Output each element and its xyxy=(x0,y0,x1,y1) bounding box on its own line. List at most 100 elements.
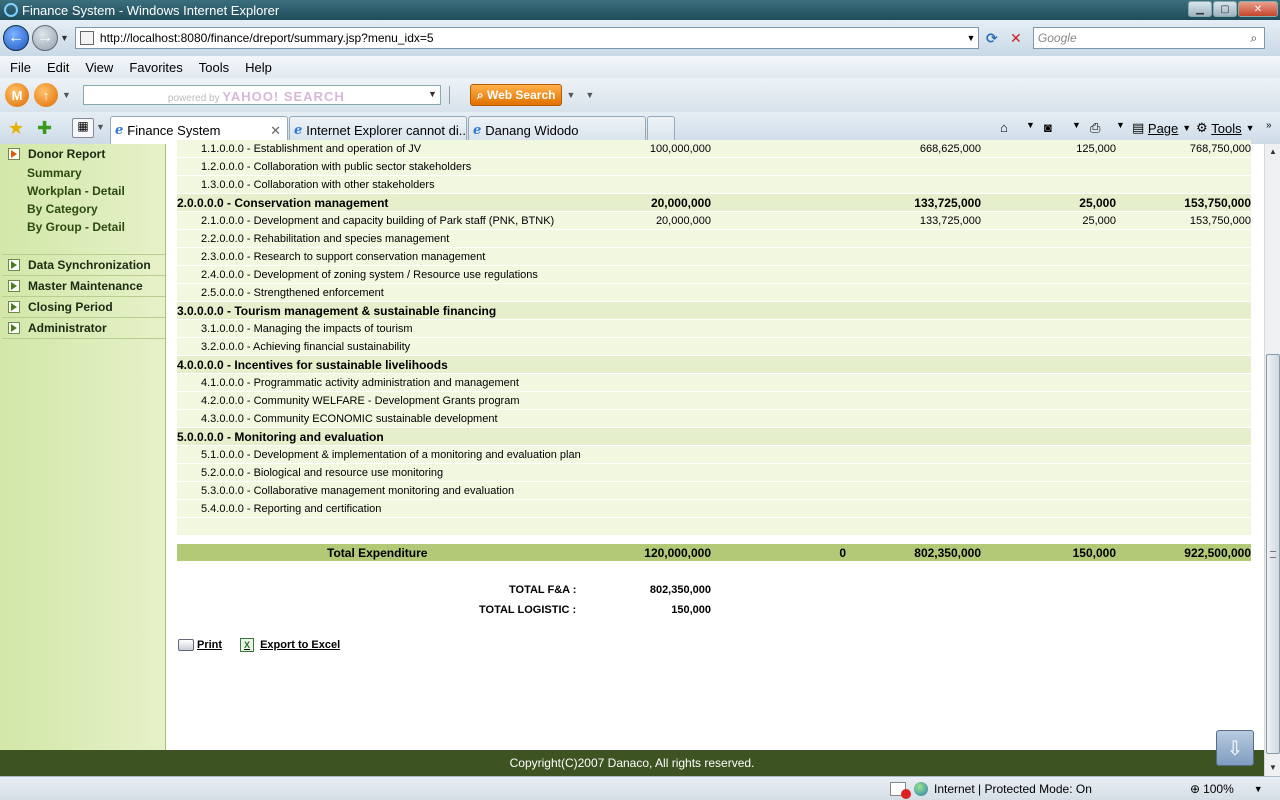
close-tab-icon[interactable]: ✕ xyxy=(270,123,281,139)
yahoo-search-placeholder: powered by YAHOO! SEARCH xyxy=(167,89,345,104)
table-row: 4.1.0.0.0 - Programmatic activity admini… xyxy=(177,374,1251,392)
web-search-button[interactable]: ⌕ Web Search xyxy=(469,84,563,106)
toolbar-options-dropdown-icon[interactable]: ▼ xyxy=(62,90,71,100)
search-input[interactable]: Google ⌕ xyxy=(1032,27,1265,49)
sidebar-item-closing-period[interactable]: Closing Period xyxy=(0,297,165,317)
total-expenditure-row: Total Expenditure 120,000,000 0 802,350,000… xyxy=(177,544,1251,562)
sidebar-item-donor-report[interactable]: Donor Report xyxy=(0,144,165,164)
sidebar-item-label: Data Synchronization xyxy=(28,258,151,272)
sidebar-subitem-summary[interactable]: Summary xyxy=(0,164,165,182)
group-row: 2.0.0.0.0 - Conservation management 20,00… xyxy=(177,194,1251,212)
menu-view[interactable]: View xyxy=(77,60,121,75)
scroll-thumb[interactable] xyxy=(1266,354,1280,754)
favorites-star-icon[interactable]: ★ xyxy=(8,118,24,139)
scroll-up-arrow-icon[interactable]: ▲ xyxy=(1265,144,1280,160)
search-icon[interactable]: ⌕ xyxy=(1244,31,1264,46)
web-search-dropdown-icon[interactable]: ▼ xyxy=(566,90,575,100)
tab-list-dropdown-icon[interactable]: ▼ xyxy=(96,122,105,132)
forward-button[interactable]: → xyxy=(32,25,58,51)
zoom-dropdown-icon: ▼ xyxy=(1253,784,1263,794)
refresh-icon[interactable]: ⟳ xyxy=(981,27,1003,49)
yahoo-search-input[interactable]: powered by YAHOO! SEARCH ▼ xyxy=(82,85,441,105)
home-icon[interactable]: ⌂ xyxy=(1000,120,1008,135)
page-menu[interactable]: ▤ Page ▼ xyxy=(1132,120,1191,136)
menu-file[interactable]: File xyxy=(0,60,39,75)
menu-favorites[interactable]: Favorites xyxy=(121,60,190,75)
close-window-button[interactable]: ✕ xyxy=(1238,1,1278,17)
stop-icon[interactable]: ✕ xyxy=(1005,27,1027,49)
total-logistic-value: 150,000 xyxy=(671,604,711,616)
table-row: 2.2.0.0.0 - Rehabilitation and species m… xyxy=(177,230,1251,248)
table-row: 2.5.0.0.0 - Strengthened enforcement xyxy=(177,284,1251,302)
row-label: 2.2.0.0.0 - Rehabilitation and species m… xyxy=(201,233,450,245)
yahoo-search-dropdown-icon[interactable]: ▼ xyxy=(428,89,437,99)
tab-label: Finance System xyxy=(127,123,221,138)
row-label: 3.1.0.0.0 - Managing the impacts of tour… xyxy=(201,323,413,335)
menu-tools[interactable]: Tools xyxy=(191,60,237,75)
print-dropdown-icon[interactable]: ▼ xyxy=(1116,120,1125,130)
row-value-c5: 153,750,000 xyxy=(1184,196,1251,210)
sidebar-item-master-maintenance[interactable]: Master Maintenance xyxy=(0,276,165,296)
toolbar-m-icon[interactable]: M xyxy=(5,83,29,107)
table-row: 2.4.0.0.0 - Development of zoning system… xyxy=(177,266,1251,284)
tab-label: Danang Widodo xyxy=(485,123,579,138)
group-row: 5.0.0.0.0 - Monitoring and evaluation xyxy=(177,428,1251,446)
tools-menu[interactable]: ⚙ Tools ▼ xyxy=(1196,120,1255,136)
feeds-icon[interactable]: ◙ xyxy=(1044,120,1052,135)
toolbar-divider xyxy=(448,86,450,104)
row-label: 1.1.0.0.0 - Establishment and operation … xyxy=(201,143,422,155)
printer-icon xyxy=(178,639,194,651)
ie-tab-icon: e xyxy=(294,123,303,138)
table-row: 5.1.0.0.0 - Development & implementation… xyxy=(177,446,1251,464)
table-row: 1.2.0.0.0 - Collaboration with public se… xyxy=(177,158,1251,176)
scroll-to-bottom-button[interactable]: ⇩ xyxy=(1216,730,1254,766)
export-to-excel-link[interactable]: X Export to Excel xyxy=(240,638,340,652)
zoom-control[interactable]: ⊕ 100% ▼ xyxy=(1190,782,1263,796)
search-placeholder: Google xyxy=(1037,31,1077,45)
table-row: 4.2.0.0.0 - Community WELFARE - Developm… xyxy=(177,392,1251,410)
table-row: 1.1.0.0.0 - Establishment and operation … xyxy=(177,140,1251,158)
row-label: 2.4.0.0.0 - Development of zoning system… xyxy=(201,269,538,281)
zoom-icon: ⊕ xyxy=(1190,782,1201,796)
sidebar-item-administrator[interactable]: Administrator xyxy=(0,318,165,338)
vertical-scrollbar[interactable]: ▲ ▼ xyxy=(1264,144,1280,776)
sidebar-subitem-by-group-detail[interactable]: By Group - Detail xyxy=(0,218,165,236)
back-button[interactable]: ← xyxy=(3,25,29,51)
maximize-button[interactable]: ▢ xyxy=(1213,1,1237,17)
window-controls: ▁ ▢ ✕ xyxy=(1188,1,1278,17)
print-link[interactable]: Print xyxy=(178,638,222,652)
group-row: 3.0.0.0.0 - Tourism management & sustain… xyxy=(177,302,1251,320)
menu-help[interactable]: Help xyxy=(237,60,280,75)
feeds-dropdown-icon[interactable]: ▼ xyxy=(1072,120,1081,130)
add-favorites-icon[interactable]: ✚ xyxy=(37,118,52,139)
expand-arrow-icon xyxy=(8,148,20,160)
address-dropdown-icon[interactable]: ▼ xyxy=(964,33,978,43)
quick-tabs-icon[interactable]: ▦ xyxy=(72,118,94,138)
sidebar-subitem-workplan-detail[interactable]: Workplan - Detail xyxy=(0,182,165,200)
sidebar-item-data-synchronization[interactable]: Data Synchronization xyxy=(0,255,165,275)
sidebar: Donor Report Summary Workplan - Detail B… xyxy=(0,144,166,750)
row-label: 4.0.0.0.0 - Incentives for sustainable l… xyxy=(177,358,448,372)
row-label: 4.1.0.0.0 - Programmatic activity admini… xyxy=(201,377,519,389)
row-value-c5: 153,750,000 xyxy=(1189,215,1251,227)
home-dropdown-icon[interactable]: ▼ xyxy=(1026,120,1035,130)
recent-pages-dropdown-icon[interactable]: ▼ xyxy=(60,33,69,43)
gear-icon: ⚙ xyxy=(1196,120,1212,135)
security-zone[interactable]: Internet | Protected Mode: On xyxy=(914,782,1092,796)
table-row: 1.3.0.0.0 - Collaboration with other sta… xyxy=(177,176,1251,194)
toolbar-upload-icon[interactable]: ↑ xyxy=(34,83,58,107)
row-value-c5: 768,750,000 xyxy=(1189,143,1251,155)
address-bar[interactable]: http://localhost:8080/finance/dreport/su… xyxy=(74,27,979,49)
row-value-c1: 20,000,000 xyxy=(650,196,711,210)
tools-dropdown-icon: ▼ xyxy=(1245,123,1255,133)
menu-edit[interactable]: Edit xyxy=(39,60,77,75)
row-label: 5.4.0.0.0 - Reporting and certification xyxy=(201,503,382,515)
minimize-button[interactable]: ▁ xyxy=(1188,1,1212,17)
address-url[interactable]: http://localhost:8080/finance/dreport/su… xyxy=(100,31,964,45)
print-toolbar-icon[interactable]: ⎙ xyxy=(1090,120,1100,136)
toolbar-more-dropdown-icon[interactable]: ▼ xyxy=(585,90,594,100)
table-row: 4.3.0.0.0 - Community ECONOMIC sustainab… xyxy=(177,410,1251,428)
scroll-down-arrow-icon[interactable]: ▼ xyxy=(1265,760,1280,776)
chevron-more-icon[interactable]: » xyxy=(1266,120,1272,131)
sidebar-subitem-by-category[interactable]: By Category xyxy=(0,200,165,218)
